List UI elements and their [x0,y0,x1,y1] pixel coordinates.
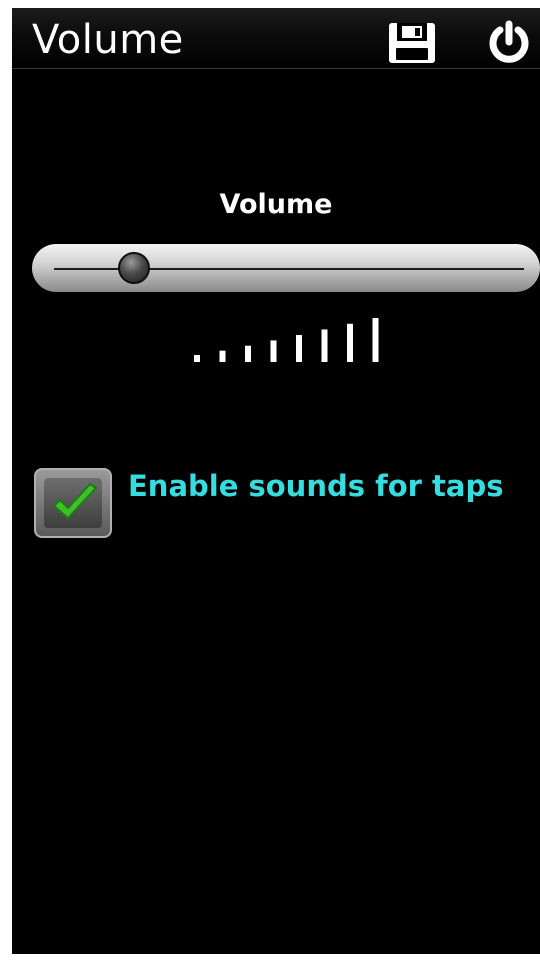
volume-level-indicator [194,318,379,362]
volume-bar [372,318,379,362]
volume-bar [321,329,328,362]
power-icon [489,20,529,63]
floppy-disk-icon [389,23,435,63]
volume-bar [270,340,277,362]
save-button[interactable] [388,22,436,64]
title-bar: Volume [12,8,540,69]
enable-tap-sounds-checkbox[interactable] [34,468,112,538]
volume-bar [219,350,226,362]
slider-thumb[interactable] [117,252,150,284]
volume-bar [245,345,251,362]
checkmark-icon [53,483,97,519]
volume-bar [194,355,200,362]
volume-slider[interactable] [32,244,540,292]
volume-settings-screen: Volume Volume Enable sounds for taps [12,8,540,954]
volume-bar [347,323,353,362]
volume-label: Volume [219,189,333,220]
enable-tap-sounds-label[interactable]: Enable sounds for taps [128,466,503,506]
page-title: Volume [32,17,184,63]
checkbox-box [44,478,102,528]
volume-bar [296,335,302,362]
power-button[interactable] [486,20,532,66]
